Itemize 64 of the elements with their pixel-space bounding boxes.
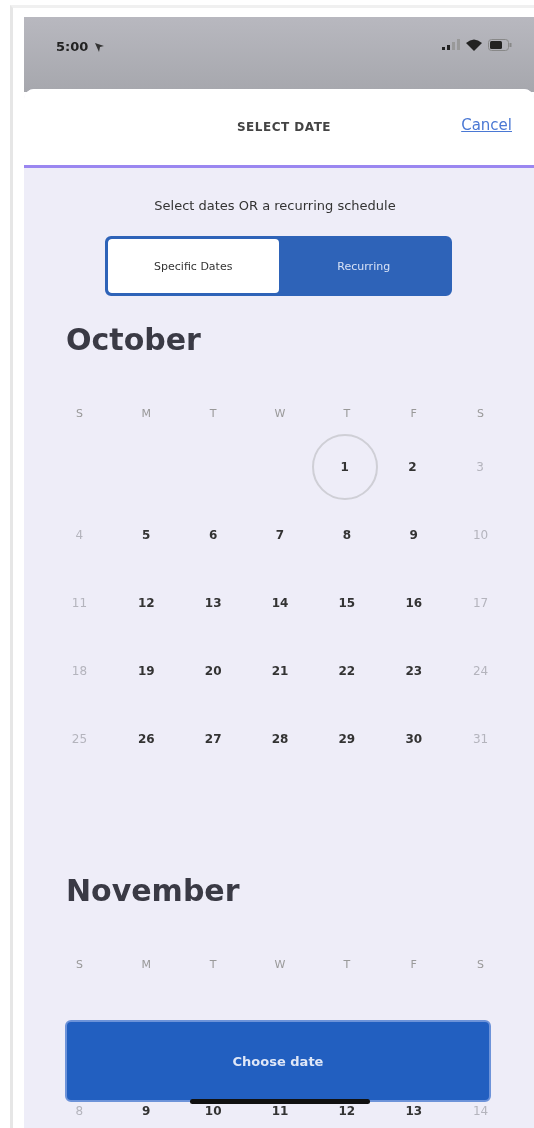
calendar-day: 24 [470, 663, 491, 679]
calendar-day[interactable]: 30 [403, 731, 425, 747]
calendar-day[interactable]: 10 [202, 1103, 224, 1119]
wifi-icon [466, 39, 482, 51]
calendar-day: 3 [474, 459, 486, 475]
calendar-day[interactable]: 12 [336, 1103, 358, 1119]
weekday-label: S [476, 406, 486, 420]
month-title: October [65, 322, 202, 359]
calendar-day[interactable]: 8 [340, 527, 354, 543]
location-arrow-icon [94, 42, 106, 53]
weekday-label: T [342, 406, 352, 420]
modal-title: SELECT DATE [236, 120, 332, 134]
calendar-day[interactable]: 16 [403, 595, 425, 611]
calendar-day[interactable]: 9 [407, 527, 420, 543]
weekday-label: S [74, 957, 84, 971]
calendar-day: 31 [470, 731, 491, 747]
choose-date-button[interactable]: Choose date [65, 1020, 491, 1102]
calendar-day[interactable]: 28 [269, 731, 291, 747]
segment-tab[interactable]: Specific Dates [108, 239, 279, 293]
weekday-label: T [208, 406, 218, 420]
weekday-label: F [409, 406, 418, 420]
calendar-day[interactable]: 20 [202, 663, 224, 679]
signal-icon [442, 39, 460, 50]
weekday-label: W [273, 957, 287, 971]
cancel-link[interactable]: Cancel [461, 116, 512, 134]
calendar-day: 11 [69, 595, 90, 611]
calendar-day: 18 [69, 663, 90, 679]
calendar-day[interactable]: 27 [202, 731, 224, 747]
calendar-day[interactable]: 14 [269, 595, 291, 611]
calendar-day[interactable]: 23 [403, 663, 425, 679]
calendar-day[interactable]: 12 [135, 595, 157, 611]
calendar-day: 17 [470, 595, 491, 611]
calendar-day[interactable]: 7 [273, 527, 287, 543]
weekday-label: M [140, 406, 153, 420]
calendar-day[interactable]: 26 [135, 731, 157, 747]
calendar-day: 4 [73, 527, 86, 543]
calendar-day[interactable]: 15 [336, 595, 358, 611]
calendar-day[interactable]: 9 [140, 1103, 153, 1119]
weekday-label: W [273, 406, 287, 420]
calendar-day[interactable]: 13 [202, 595, 224, 611]
calendar-day[interactable]: 13 [403, 1103, 425, 1119]
weekday-label: T [342, 957, 352, 971]
calendar-day[interactable]: 5 [140, 527, 153, 543]
battery-icon [488, 39, 512, 51]
instruction-text: Select dates OR a recurring schedule [154, 198, 396, 213]
calendar-day[interactable]: 2 [406, 459, 419, 475]
month-title: November [65, 873, 241, 910]
weekday-label: M [140, 957, 153, 971]
calendar-day[interactable]: 22 [336, 663, 358, 679]
calendar-day[interactable]: 6 [206, 527, 220, 543]
calendar-day[interactable]: 29 [336, 731, 358, 747]
calendar-day: 10 [470, 527, 491, 543]
calendar-day: 25 [69, 731, 90, 747]
calendar-day: 14 [470, 1103, 491, 1119]
calendar-day[interactable]: 19 [135, 663, 157, 679]
weekday-label: S [476, 957, 486, 971]
calendar-day[interactable]: 21 [269, 663, 291, 679]
calendar-day[interactable]: 11 [269, 1103, 291, 1119]
status-time: 5:00 [56, 39, 89, 54]
calendar-day[interactable]: 1 [311, 434, 378, 500]
weekday-label: F [409, 957, 418, 971]
weekday-label: T [208, 957, 218, 971]
weekday-label: S [74, 406, 84, 420]
calendar-day: 8 [73, 1103, 86, 1119]
